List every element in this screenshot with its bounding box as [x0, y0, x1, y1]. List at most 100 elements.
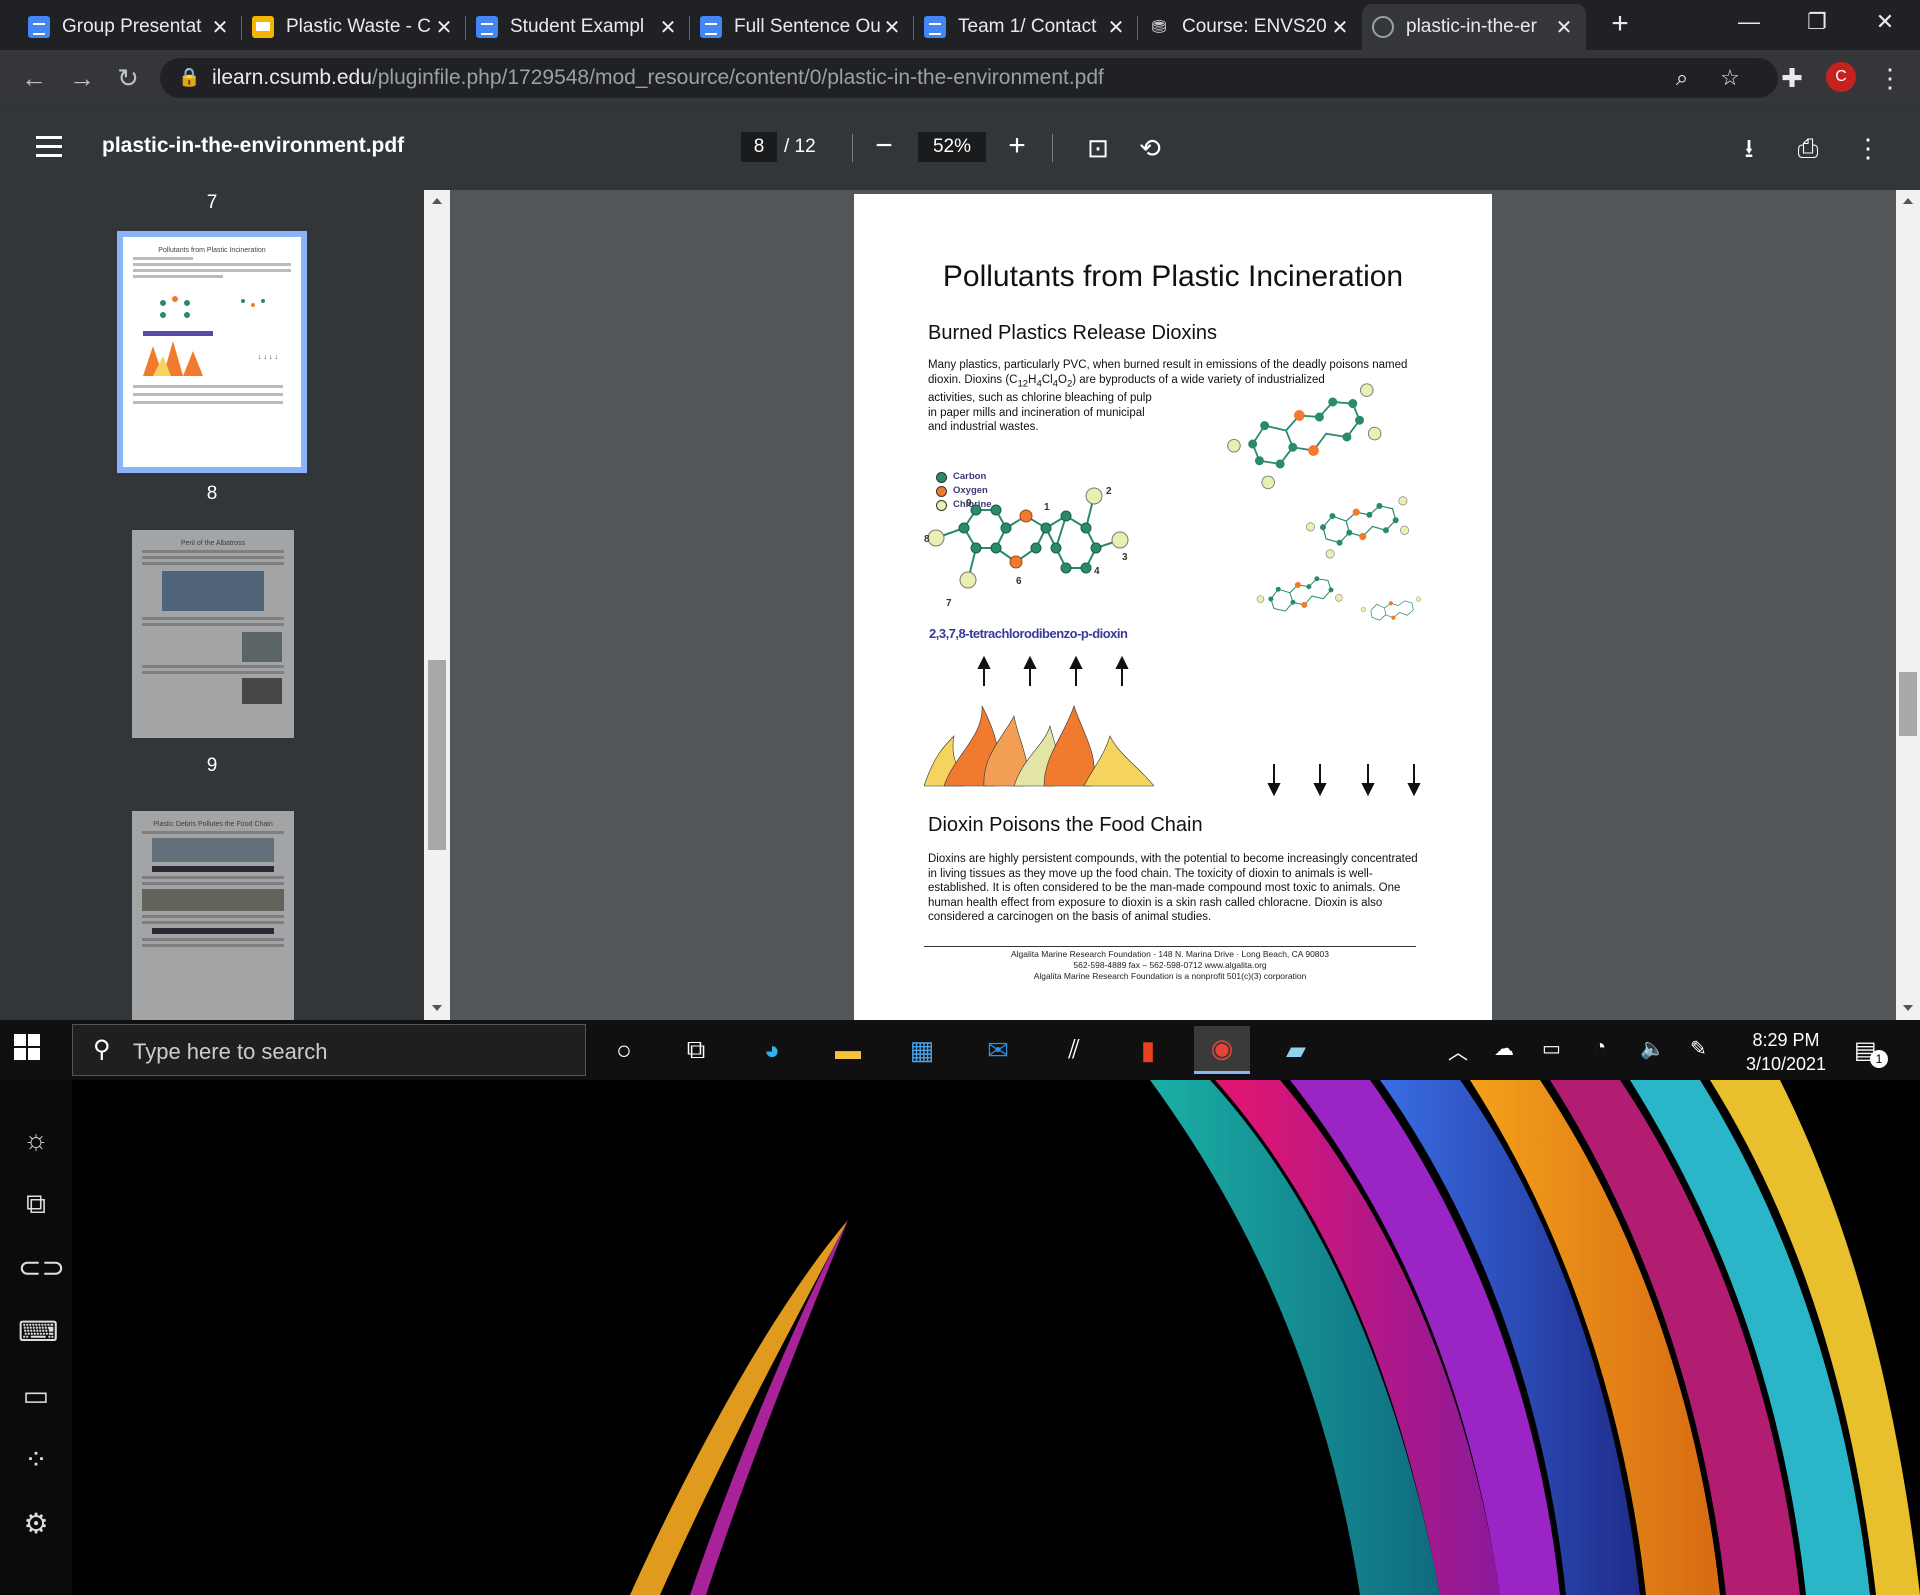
footer-line: Algalita Marine Research Foundation is a…: [1033, 971, 1307, 981]
tab-title: Group Presentat: [62, 16, 202, 37]
new-tab-button[interactable]: +: [1604, 8, 1636, 40]
show-hidden-icons-chevron[interactable]: ︿: [1448, 1036, 1468, 1065]
extensions-puzzle-icon[interactable]: ✚: [1772, 58, 1812, 98]
notes-app-icon[interactable]: ▰: [1268, 1026, 1324, 1074]
tab-plastic-pdf[interactable]: plastic-in-the-er ✕: [1362, 4, 1586, 50]
close-tab-icon[interactable]: ✕: [1104, 15, 1128, 40]
page-number-input[interactable]: 8: [741, 132, 777, 162]
sidebar-scrollbar[interactable]: [424, 190, 450, 1020]
document-scrollbar[interactable]: [1896, 190, 1920, 1020]
search-icon: ⚲: [93, 1036, 111, 1063]
forward-button[interactable]: →: [62, 58, 102, 98]
zoom-out-button[interactable]: −: [866, 128, 902, 164]
task-view-icon[interactable]: ⧉: [668, 1026, 724, 1074]
lock-icon: 🔒: [178, 67, 201, 87]
reload-button[interactable]: ↻: [108, 58, 148, 98]
download-icon[interactable]: ⭳: [1733, 132, 1765, 164]
battery-icon[interactable]: ▭: [1542, 1036, 1561, 1061]
scroll-up-arrow[interactable]: [1903, 198, 1913, 204]
windows-taskbar: ⚲ Type here to search ○ ⧉ ◕ ▬ ▦ ✉ ⫽ ▮ ◉ …: [0, 1020, 1920, 1080]
molecule-copy: [1227, 383, 1382, 490]
link-icon[interactable]: ⊂⊃: [18, 1250, 65, 1286]
close-window-button[interactable]: ✕: [1856, 0, 1914, 44]
thumb-figure: ↓ ↓ ↓ ↓: [133, 296, 283, 404]
close-tab-icon[interactable]: ✕: [432, 15, 456, 40]
keyboard-icon[interactable]: ⌨: [18, 1314, 58, 1350]
volume-icon[interactable]: 🔈: [1640, 1036, 1665, 1061]
scroll-up-arrow[interactable]: [432, 198, 442, 204]
rotate-icon[interactable]: ⟲: [1134, 132, 1166, 164]
tab-team-contact[interactable]: Team 1/ Contact ✕: [914, 4, 1138, 50]
thumb-page-number: 7: [206, 192, 218, 213]
tab-student-example[interactable]: Student Exampl ✕: [466, 4, 690, 50]
edge-browser-icon[interactable]: ◕: [744, 1026, 800, 1074]
sidebar-scroll-thumb[interactable]: [428, 660, 446, 850]
close-tab-icon[interactable]: ✕: [208, 15, 232, 40]
atom-number: 4: [1094, 566, 1100, 577]
laptop-icon[interactable]: ▭: [18, 1378, 54, 1414]
tab-full-sentence[interactable]: Full Sentence Ou ✕: [690, 4, 914, 50]
brightness-icon[interactable]: ☼: [18, 1122, 54, 1158]
system-clock[interactable]: 8:29 PM 3/10/2021: [1724, 1028, 1848, 1076]
chrome-menu-icon[interactable]: ⋮: [1870, 58, 1910, 98]
scroll-down-arrow[interactable]: [432, 1005, 442, 1011]
thumbnail-page-10[interactable]: Plastic Debris Pollutes the Food Chain: [132, 811, 294, 1020]
file-explorer-icon[interactable]: ▬: [820, 1026, 876, 1074]
scroll-down-arrow[interactable]: [1903, 1005, 1913, 1011]
more-options-icon[interactable]: ⋮: [1852, 132, 1884, 164]
wifi-icon[interactable]: ◔: [1594, 1036, 1606, 1059]
para-text: Cl: [1041, 373, 1053, 386]
pdf-filename: plastic-in-the-environment.pdf: [102, 134, 405, 157]
url-path: /pluginfile.php/1729548/mod_resource/con…: [371, 66, 1104, 89]
zoom-level-input[interactable]: 52%: [918, 132, 986, 162]
clock-date: 3/10/2021: [1745, 1054, 1827, 1074]
close-tab-icon[interactable]: ✕: [656, 15, 680, 40]
menu-icon[interactable]: [36, 136, 62, 158]
tab-plastic-waste[interactable]: Plastic Waste - C ✕: [242, 4, 466, 50]
thumbnail-sidebar: 7 Pollutants from Plastic Incineration ↓…: [0, 190, 424, 1020]
mail-icon[interactable]: ✉: [970, 1026, 1026, 1074]
office-icon[interactable]: ▮: [1120, 1026, 1176, 1074]
tab-title: Plastic Waste - C: [286, 16, 431, 37]
close-tab-icon[interactable]: ✕: [1552, 15, 1576, 40]
minimize-button[interactable]: —: [1720, 0, 1778, 44]
slides-icon: [252, 16, 274, 38]
microsoft-store-icon[interactable]: ▦: [894, 1026, 950, 1074]
profile-avatar[interactable]: C: [1826, 62, 1856, 92]
atom-number: 8: [924, 534, 930, 545]
section-heading: Dioxin Poisons the Food Chain: [928, 814, 1203, 836]
address-bar[interactable]: 🔒 ilearn.csumb.edu/pluginfile.php/172954…: [160, 58, 1778, 98]
zoom-in-button[interactable]: +: [999, 128, 1035, 164]
asus-app-icon[interactable]: ⫽: [1046, 1026, 1102, 1074]
close-tab-icon[interactable]: ✕: [880, 15, 904, 40]
course-icon: ⛃: [1151, 17, 1167, 37]
paragraph: Dioxins are highly persistent compounds,…: [928, 853, 1418, 923]
windows-start-button[interactable]: [14, 1034, 42, 1062]
atom-number: 6: [1016, 576, 1022, 587]
url-text[interactable]: ilearn.csumb.edu/pluginfile.php/1729548/…: [212, 66, 1104, 90]
onedrive-cloud-icon[interactable]: ☁: [1494, 1036, 1514, 1061]
restore-button[interactable]: ❐: [1788, 0, 1846, 44]
bookmark-star-icon[interactable]: ☆: [1716, 64, 1744, 92]
chrome-icon[interactable]: ◉: [1194, 1026, 1250, 1074]
back-button[interactable]: ←: [14, 58, 54, 98]
docs-icon: [476, 16, 498, 38]
settings-gear-icon[interactable]: ⚙: [18, 1506, 54, 1542]
thumbnail-page-9[interactable]: Peril of the Albatross: [132, 530, 294, 738]
thumbnail-page-8[interactable]: Pollutants from Plastic Incineration ↓ ↓…: [117, 231, 307, 473]
pen-icon[interactable]: ✎: [1690, 1036, 1707, 1061]
subscript: 12: [1017, 377, 1029, 389]
fit-to-page-icon[interactable]: ⊡: [1082, 132, 1114, 164]
tab-group-presentation[interactable]: Group Presentat ✕: [18, 4, 242, 50]
document-scroll-thumb[interactable]: [1899, 672, 1917, 736]
screenshot-icon[interactable]: ⧉: [18, 1186, 54, 1222]
cortana-icon[interactable]: ○: [596, 1026, 652, 1074]
print-icon[interactable]: ⎙: [1792, 132, 1824, 164]
zoom-magnifier-icon[interactable]: ⌕: [1668, 64, 1696, 92]
atom-number: 1: [1044, 502, 1050, 513]
tab-course-envs[interactable]: ⛃ Course: ENVS20 ✕: [1138, 4, 1362, 50]
close-tab-icon[interactable]: ✕: [1328, 15, 1352, 40]
thumb-title: Peril of the Albatross: [180, 540, 246, 547]
apps-grid-icon[interactable]: ⁘: [18, 1442, 54, 1478]
taskbar-search-box[interactable]: ⚲ Type here to search: [72, 1024, 586, 1076]
